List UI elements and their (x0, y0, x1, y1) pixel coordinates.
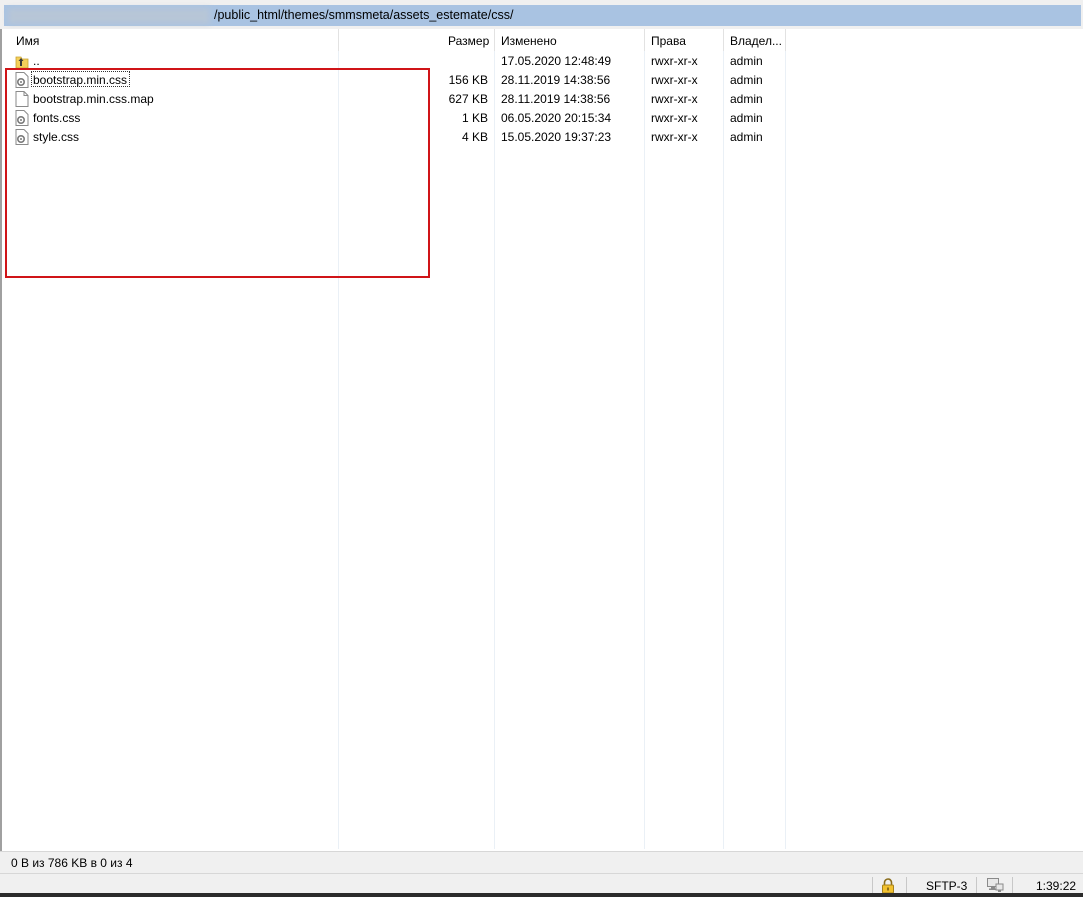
file-size: 627 KB (448, 92, 488, 106)
file-owner: admin (730, 73, 763, 87)
column-header-size[interactable]: Размер (448, 34, 489, 48)
file-modified: 06.05.2020 20:15:34 (501, 111, 612, 125)
file-modified: 17.05.2020 12:48:49 (501, 54, 612, 68)
path-field[interactable]: /public_html/themes/smmsmeta/assets_este… (4, 5, 1081, 26)
file-owner: admin (730, 92, 763, 106)
file-size: 1 KB (461, 111, 488, 125)
file-rights: rwxr-xr-x (651, 54, 698, 68)
redacted-host-blur (8, 8, 210, 24)
session-time: 1:39:22 (1036, 879, 1077, 893)
file-size: 4 KB (461, 130, 488, 144)
file-rights: rwxr-xr-x (651, 130, 698, 144)
file-name: .. (33, 54, 40, 68)
column-header-name[interactable]: Имя (16, 34, 39, 48)
file-size: 156 KB (448, 73, 488, 87)
file-modified: 28.11.2019 14:38:56 (501, 73, 611, 87)
selection-summary: 0 В из 786 KB в 0 из 4 (11, 856, 133, 870)
column-separator (644, 29, 645, 849)
path-bar: /public_html/themes/smmsmeta/assets_este… (0, 0, 1083, 29)
header-divider[interactable] (338, 29, 339, 51)
column-separator (723, 29, 724, 849)
header-divider[interactable] (785, 29, 786, 51)
column-header-rights[interactable]: Права (651, 34, 686, 48)
protocol-label: SFTP-3 (926, 879, 968, 893)
parent-folder-icon (15, 53, 29, 69)
file-owner: admin (730, 111, 763, 125)
path-text: /public_html/themes/smmsmeta/assets_este… (214, 8, 514, 22)
annotation-highlight-box (5, 68, 430, 278)
file-modified: 28.11.2019 14:38:56 (501, 92, 611, 106)
header-divider[interactable] (494, 29, 495, 51)
column-header-owner[interactable]: Владел... (730, 34, 782, 48)
file-rights: rwxr-xr-x (651, 92, 698, 106)
file-modified: 15.05.2020 19:37:23 (501, 130, 612, 144)
column-header-modified[interactable]: Изменено (501, 34, 557, 48)
column-header-row: Имя Размер Изменено Права Владел... (2, 29, 1083, 51)
header-divider[interactable] (723, 29, 724, 51)
selection-status-bar: 0 В из 786 KB в 0 из 4 (0, 851, 1083, 873)
file-owner: admin (730, 54, 763, 68)
header-divider[interactable] (644, 29, 645, 51)
file-owner: admin (730, 130, 763, 144)
file-rights: rwxr-xr-x (651, 73, 698, 87)
column-separator (785, 29, 786, 849)
taskbar-edge (0, 893, 1083, 897)
file-rights: rwxr-xr-x (651, 111, 698, 125)
column-separator (494, 29, 495, 849)
